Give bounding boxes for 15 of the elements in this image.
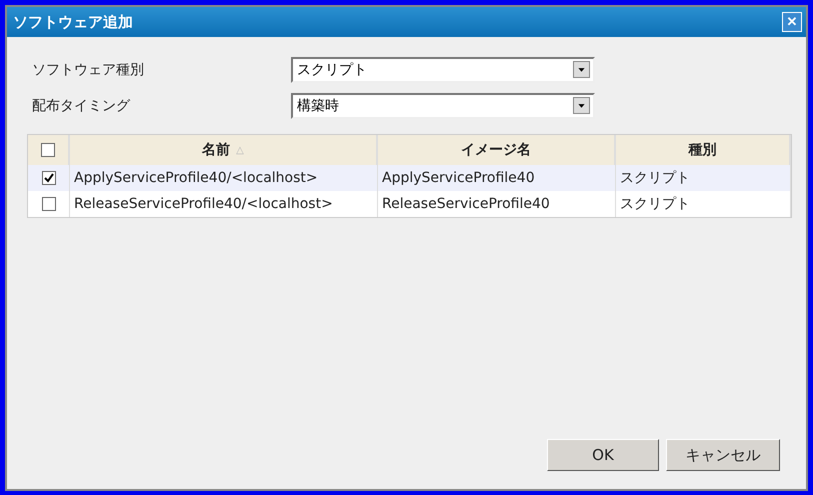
column-header[interactable]: 種別 [616, 135, 791, 165]
field-label: 配布タイミング [32, 96, 132, 114]
dropdown[interactable]: スクリプト [291, 56, 595, 82]
sort-indicator: △ [236, 144, 244, 156]
cancel-button[interactable]: キャンセル [666, 439, 780, 471]
window-title: ソフトウェア追加 [13, 12, 133, 32]
column-header[interactable]: 名前 △ [70, 135, 378, 165]
field-label: ソフトウェア種別 [32, 60, 145, 78]
table-cell: ApplyServiceProfile40 [378, 165, 616, 191]
column-header[interactable]: イメージ名 [378, 135, 616, 165]
table-cell: スクリプト [616, 165, 791, 191]
ok-button[interactable]: OK [547, 439, 659, 471]
close-button[interactable]: ✕ [782, 12, 802, 32]
dropdown[interactable]: 構築時 [291, 92, 595, 118]
table-cell: ApplyServiceProfile40/<localhost> [70, 165, 378, 191]
